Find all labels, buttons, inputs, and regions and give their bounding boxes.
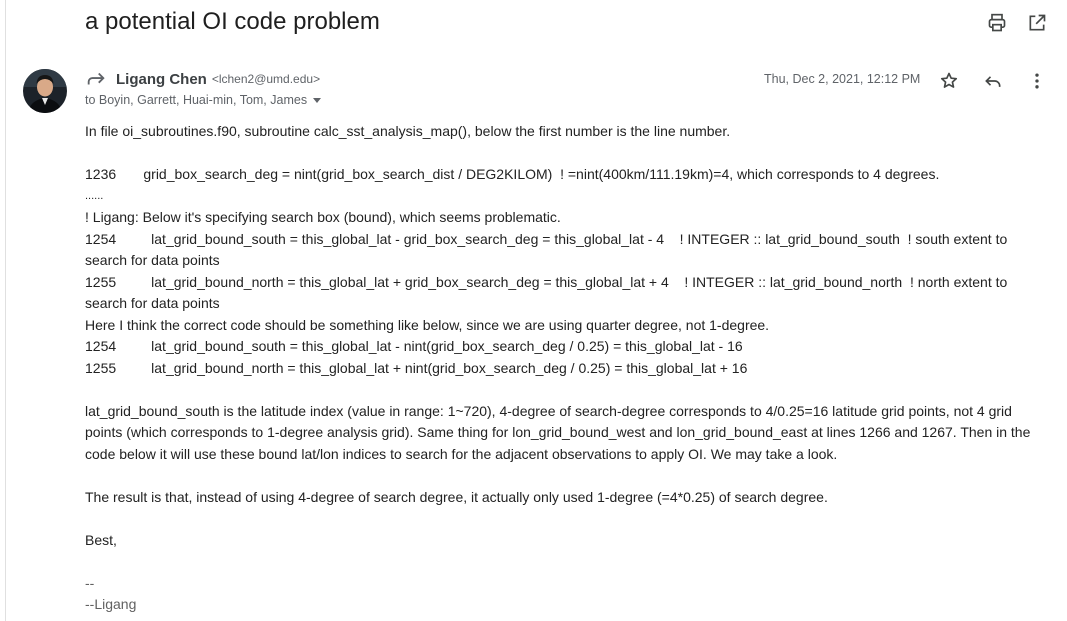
sender-avatar[interactable]: [23, 69, 67, 113]
signature-separator: --: [85, 574, 95, 591]
more-options-icon[interactable]: [1025, 69, 1049, 93]
result-paragraph: The result is that, instead of using 4-d…: [85, 488, 828, 505]
sender-line: Ligang Chen <lchen2@umd.edu>: [85, 68, 320, 90]
recipients-line[interactable]: to Boyin, Garrett, Huai-min, Tom, James: [85, 93, 322, 107]
code-line-1255-new: 1255 lat_grid_bound_north = this_global_…: [85, 359, 748, 376]
star-icon[interactable]: [937, 69, 961, 93]
reply-icon[interactable]: [981, 69, 1005, 93]
signature-name: --Ligang: [85, 596, 137, 612]
explanation-paragraph: lat_grid_bound_south is the latitude ind…: [85, 402, 1031, 462]
message-date: Thu, Dec 2, 2021, 12:12 PM: [764, 72, 921, 86]
closing-line: Best,: [85, 531, 117, 548]
recipients-text: to Boyin, Garrett, Huai-min, Tom, James: [85, 93, 308, 107]
comment-line: ! Ligang: Below it's specifying search b…: [85, 209, 561, 225]
sender-email: <lchen2@umd.edu>: [211, 72, 321, 86]
code-line-1236: 1236 grid_box_search_deg = nint(grid_box…: [85, 166, 940, 182]
sender-name[interactable]: Ligang Chen: [116, 71, 207, 88]
code-line-1254-new: 1254 lat_grid_bound_south = this_global_…: [85, 338, 743, 354]
recipients-dropdown-icon[interactable]: [313, 97, 322, 103]
message-body: In file oi_subroutines.f90, subroutine c…: [85, 121, 1045, 616]
open-in-new-icon[interactable]: [1025, 11, 1049, 35]
body-intro: In file oi_subroutines.f90, subroutine c…: [85, 123, 731, 139]
message-actions: [937, 69, 1049, 93]
thread-actions: [985, 11, 1049, 35]
left-divider: [5, 0, 6, 621]
email-subject: a potential OI code problem: [85, 8, 380, 35]
print-icon[interactable]: [985, 11, 1009, 35]
code-line-1254-old: 1254 lat_grid_bound_south = this_global_…: [85, 230, 1012, 269]
code-line-1255-old: 1255 lat_grid_bound_north = this_global_…: [85, 273, 1012, 312]
ellipsis-line: ......: [85, 189, 104, 202]
forward-icon: [85, 68, 107, 90]
suggestion-line: Here I think the correct code should be …: [85, 316, 770, 333]
